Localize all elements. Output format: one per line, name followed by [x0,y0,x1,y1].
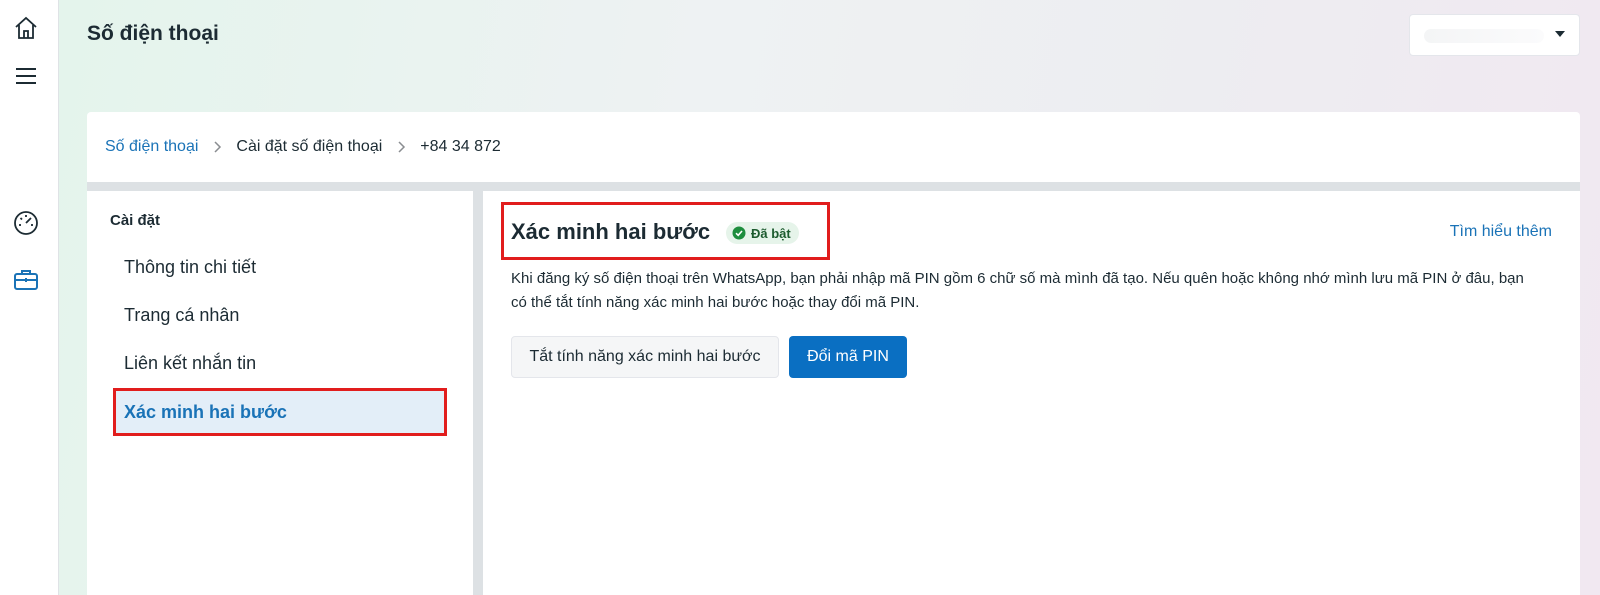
sidebar-item-two-step-verification[interactable]: Xác minh hai bước [113,388,447,436]
divider [87,182,1580,191]
account-name-masked [1424,29,1544,43]
account-selector-dropdown[interactable] [1409,14,1580,56]
sidebar-item-details[interactable]: Thông tin chi tiết [115,245,445,289]
disable-two-step-button[interactable]: Tắt tính năng xác minh hai bước [511,336,779,378]
learn-more-link[interactable]: Tìm hiểu thêm [1450,223,1552,241]
left-rail [0,0,59,595]
chevron-right-icon [212,140,222,154]
caret-down-icon [1555,31,1565,37]
divider [473,191,483,595]
check-circle-icon [732,226,746,240]
chevron-right-icon [396,140,406,154]
breadcrumb-link-phone-numbers[interactable]: Số điện thoại [105,138,198,156]
page-title: Số điện thoại [87,22,219,45]
sidebar-item-messaging-links[interactable]: Liên kết nhắn tin [115,341,445,385]
section-description: Khi đăng ký số điện thoại trên WhatsApp,… [511,270,1524,311]
status-badge-label: Đã bật [751,225,791,241]
two-step-verification-panel: Xác minh hai bước Đã bật Tìm hiểu thêm K… [483,191,1580,595]
breadcrumb-item-phone-settings[interactable]: Cài đặt số điện thoại [236,138,382,156]
breadcrumb-item-phone-number: +84 34 872 [420,138,501,155]
menu-icon[interactable] [10,60,42,92]
home-icon[interactable] [10,12,42,44]
status-badge: Đã bật [726,222,799,244]
breadcrumb: Số điện thoại Cài đặt số điện thoại +84 … [105,138,501,156]
sidebar-item-profile[interactable]: Trang cá nhân [115,293,445,337]
briefcase-icon[interactable] [10,264,42,296]
section-title: Xác minh hai bước [511,219,711,244]
breadcrumb-card: Số điện thoại Cài đặt số điện thoại +84 … [87,112,1580,182]
settings-heading: Cài đặt [110,212,161,229]
change-pin-button[interactable]: Đổi mã PIN [789,336,907,378]
settings-sidebar: Cài đặt Thông tin chi tiết Trang cá nhân… [87,191,473,595]
dashboard-gauge-icon[interactable] [10,207,42,239]
